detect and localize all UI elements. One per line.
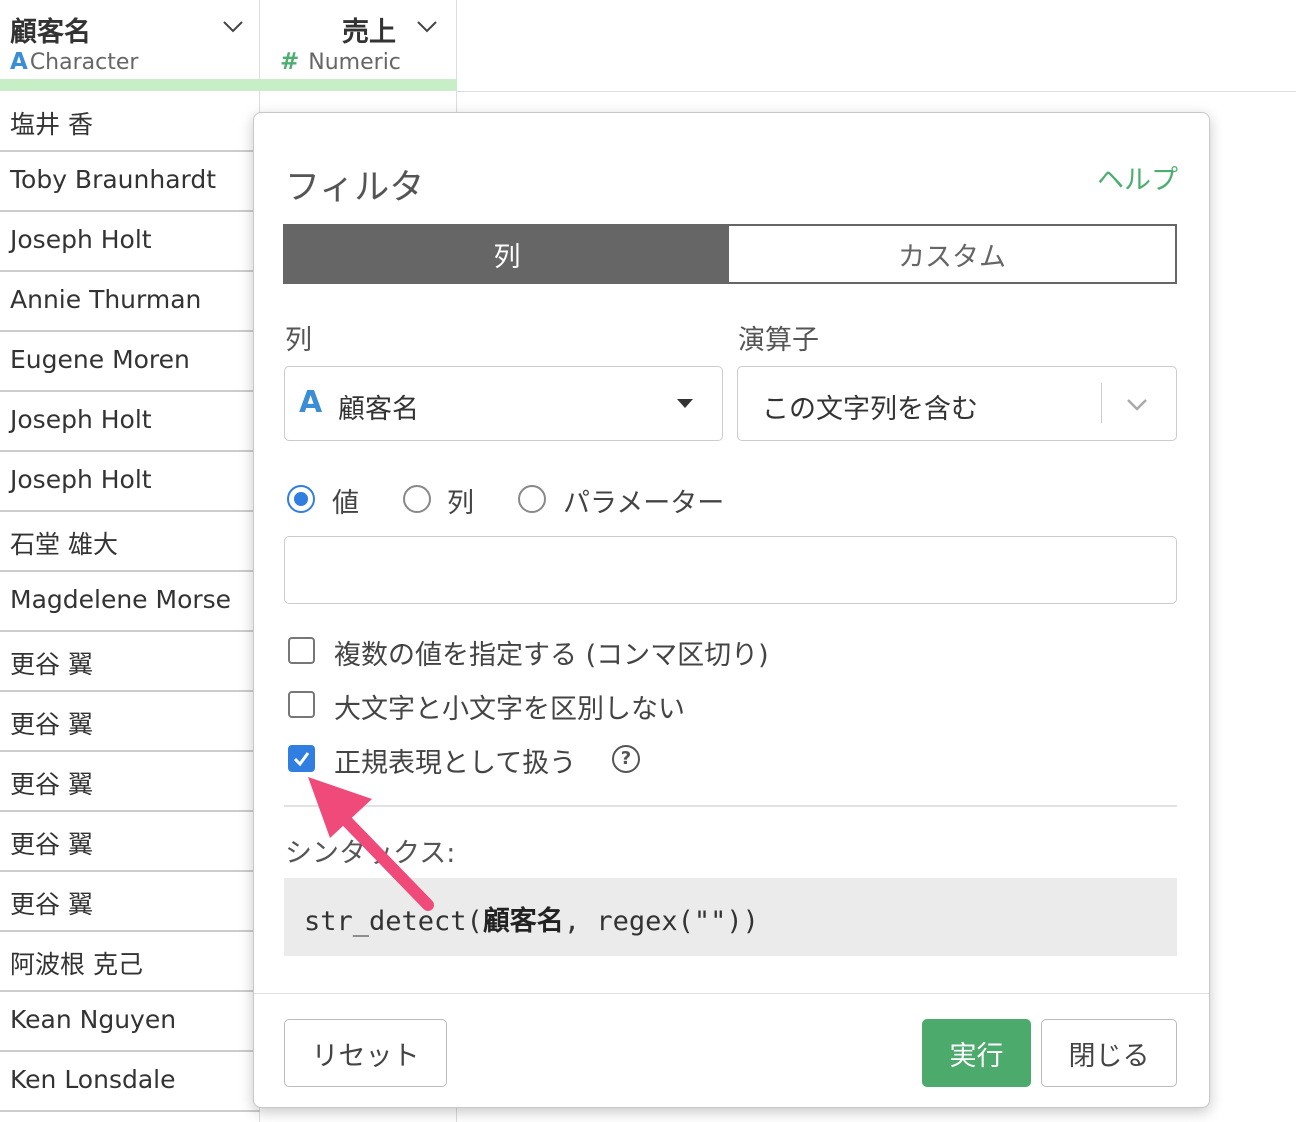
close-button[interactable]: 閉じる (1041, 1019, 1177, 1087)
numeric-type-icon: # (280, 49, 300, 75)
table-row[interactable]: Magdelene Morse (0, 572, 260, 632)
customer-name-cell: 更谷 翼 (10, 890, 93, 919)
run-button[interactable]: 実行 (922, 1019, 1031, 1087)
tab-custom[interactable]: カスタム (729, 226, 1175, 282)
tab-column[interactable]: 列 (285, 226, 729, 282)
customer-name-cell: Magdelene Morse (10, 585, 232, 614)
value-input[interactable] (284, 536, 1177, 604)
customer-name-cell: Kean Nguyen (10, 1005, 177, 1034)
customer-name-cell: Toby Braunhardt (10, 165, 217, 194)
customer-name-cell: 更谷 翼 (10, 650, 93, 679)
table-row[interactable]: 更谷 翼 (0, 632, 260, 692)
divider (457, 91, 1296, 92)
syntax-label: シンタックス: (285, 838, 456, 869)
checkbox-regex[interactable] (288, 745, 315, 772)
divider (1101, 383, 1102, 423)
checkbox-multiple-values-label: 複数の値を指定する (コンマ区切り) (334, 640, 769, 671)
question-help-icon[interactable]: ? (612, 745, 640, 773)
customer-name-cell: 更谷 翼 (10, 770, 93, 799)
table-row[interactable]: 石堂 雄大 (0, 512, 260, 572)
syntax-rest: , regex("")) (563, 906, 759, 937)
checkbox-ignore-case-label: 大文字と小文字を区別しない (334, 694, 685, 725)
dialog-title: フィルタ (285, 168, 425, 208)
checkbox-ignore-case[interactable] (288, 691, 315, 718)
syntax-preview: str_detect(顧客名, regex("")) (284, 878, 1177, 956)
divider (284, 805, 1177, 807)
help-link[interactable]: ヘルプ (1097, 158, 1178, 197)
checkbox-regex-label: 正規表現として扱う (334, 748, 577, 779)
customer-name-cell: 塩井 香 (10, 110, 93, 139)
radio-parameter-label: パラメーター (563, 488, 725, 519)
column-type-label: Numeric (308, 50, 401, 75)
customer-name-cell: 更谷 翼 (10, 710, 93, 739)
syntax-column: 顧客名 (482, 906, 564, 937)
customer-name-cell: Ken Lonsdale (10, 1065, 176, 1094)
checkbox-multiple-values[interactable] (288, 637, 315, 664)
table-row[interactable]: 更谷 翼 (0, 692, 260, 752)
table-row[interactable]: Joseph Holt (0, 212, 260, 272)
character-type-icon: A (299, 385, 323, 420)
column-type: # Numeric (280, 49, 401, 75)
table-row[interactable]: Eugene Moren (0, 332, 260, 392)
chevron-down-icon[interactable] (1124, 392, 1150, 416)
filter-mode-tabs: 列 カスタム (283, 224, 1177, 284)
customer-name-cell: 石堂 雄大 (10, 530, 118, 559)
column-label: 列 (285, 325, 312, 356)
column-quality-bar (0, 79, 457, 91)
column-select[interactable]: A 顧客名 (284, 366, 723, 441)
table-row[interactable]: Ken Lonsdale (0, 1052, 260, 1112)
table-row[interactable]: 更谷 翼 (0, 812, 260, 872)
table-row[interactable]: 阿波根 克己 (0, 932, 260, 992)
radio-value[interactable] (287, 485, 315, 513)
customer-name-cell: 阿波根 克己 (10, 950, 143, 979)
filter-dialog: フィルタ ヘルプ 列 カスタム 列 演算子 A 顧客名 この文字列を含む 値 列… (253, 112, 1210, 1108)
caret-down-icon (677, 399, 693, 408)
radio-parameter[interactable] (518, 485, 546, 513)
column-type: ACharacter (10, 49, 138, 75)
operator-select-value: この文字列を含む (762, 394, 978, 425)
table-row[interactable]: Annie Thurman (0, 272, 260, 332)
radio-column[interactable] (403, 485, 431, 513)
divider (254, 993, 1209, 994)
customer-name-cell: Annie Thurman (10, 285, 202, 314)
operator-select[interactable]: この文字列を含む (737, 366, 1177, 441)
operator-label: 演算子 (738, 325, 819, 356)
table-row[interactable]: Toby Braunhardt (0, 152, 260, 212)
chevron-down-icon[interactable] (415, 14, 439, 38)
column-type-label: Character (29, 50, 139, 75)
table-row[interactable]: 塩井 香 (0, 92, 260, 152)
customer-name-cell: Joseph Holt (10, 225, 152, 254)
customer-name-cell: Eugene Moren (10, 345, 190, 374)
reset-button[interactable]: リセット (284, 1019, 447, 1087)
table-row[interactable]: Kean Nguyen (0, 992, 260, 1052)
character-type-icon: A (10, 49, 28, 75)
radio-column-label: 列 (447, 488, 474, 519)
check-icon (293, 752, 310, 767)
table-row[interactable]: 更谷 翼 (0, 752, 260, 812)
syntax-function: str_detect( (304, 906, 483, 937)
customer-name-cell: Joseph Holt (10, 465, 152, 494)
customer-name-cell: Joseph Holt (10, 405, 152, 434)
customer-name-cell: 更谷 翼 (10, 830, 93, 859)
column-select-value: 顧客名 (338, 394, 419, 425)
table-row[interactable]: Joseph Holt (0, 452, 260, 512)
table-row[interactable]: 更谷 翼 (0, 872, 260, 932)
table-row[interactable]: Joseph Holt (0, 392, 260, 452)
syntax-code: str_detect(顧客名, regex("")) (304, 899, 759, 938)
column-title: 売上 (342, 17, 396, 48)
chevron-down-icon[interactable] (221, 14, 245, 38)
column-title: 顧客名 (10, 17, 91, 48)
radio-value-label: 値 (332, 488, 359, 519)
